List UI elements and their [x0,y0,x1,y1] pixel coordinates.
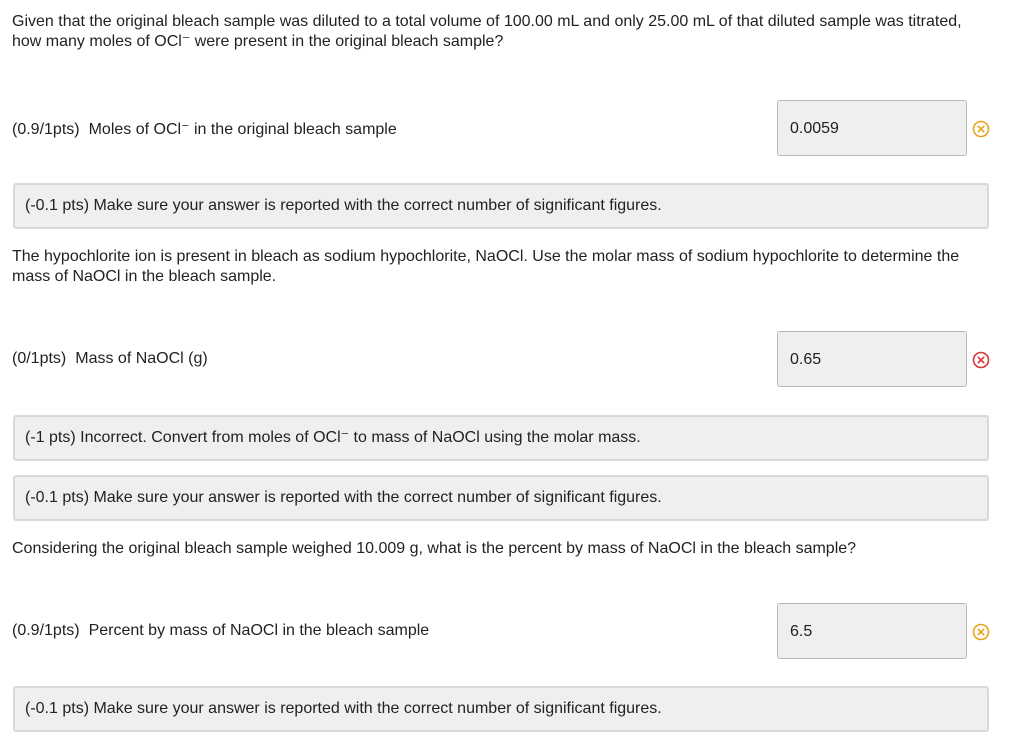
answer-input[interactable]: 0.0059 [777,100,967,156]
feedback-message: (-0.1 pts) Make sure your answer is repo… [13,183,989,229]
question-text: Considering the original bleach sample w… [12,540,857,557]
field-label: Percent by mass of NaOCl in the bleach s… [88,622,430,639]
x-circle-icon [972,120,990,138]
field-label: Mass of NaOCl (g) [75,350,208,367]
answer-row: (0/1pts) Mass of NaOCl (g) 0.65 [12,331,1012,389]
answer-row: (0.9/1pts) Percent by mass of NaOCl in th… [12,603,1012,661]
feedback-message: (-0.1 pts) Make sure your answer is repo… [13,686,989,732]
score-badge: (0.9/1pts) [12,121,80,138]
x-circle-icon [972,623,990,641]
x-circle-icon [972,351,990,369]
feedback-message: (-1 pts) Incorrect. Convert from moles o… [13,415,989,461]
score-badge: (0.9/1pts) [12,622,80,639]
answer-input[interactable]: 0.65 [777,331,967,387]
answer-input[interactable]: 6.5 [777,603,967,659]
score-badge: (0/1pts) [12,350,67,367]
question-text: The hypochlorite ion is present in bleac… [12,248,960,285]
feedback-message: (-0.1 pts) Make sure your answer is repo… [13,475,989,521]
answer-label: (0/1pts) Mass of NaOCl (g) [12,350,208,368]
question-text: Given that the original bleach sample wa… [12,13,962,50]
answer-row: (0.9/1pts) Moles of OCl⁻ in the original … [12,100,1012,158]
answer-label: (0.9/1pts) Moles of OCl⁻ in the original … [12,119,397,139]
answer-label: (0.9/1pts) Percent by mass of NaOCl in th… [12,622,429,640]
field-label: Moles of OCl⁻ in the original bleach sam… [88,121,397,138]
